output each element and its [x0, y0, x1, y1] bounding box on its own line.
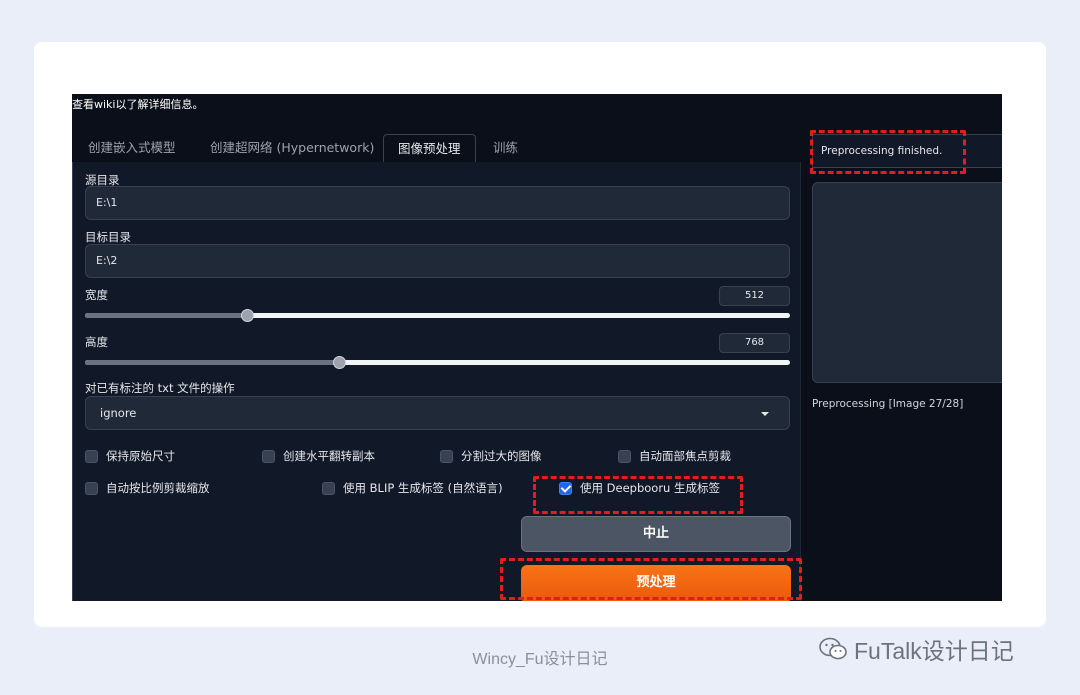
- checkbox-box[interactable]: [440, 449, 453, 463]
- tab-preprocess[interactable]: 图像预处理: [383, 134, 476, 163]
- tab-train[interactable]: 训练: [479, 134, 532, 162]
- height-slider-fill: [85, 360, 339, 365]
- checkbox-box[interactable]: [85, 449, 98, 463]
- webui-screenshot: 查看wiki以了解详细信息。 创建嵌入式模型 创建超网络 (Hypernetwo…: [72, 94, 1002, 601]
- wechat-icon: [819, 637, 847, 660]
- preprocess-button[interactable]: 预处理: [521, 565, 791, 601]
- checkbox-box[interactable]: [262, 449, 275, 463]
- checkbox-label: 自动面部焦点剪裁: [639, 449, 731, 463]
- stop-button[interactable]: 中止: [521, 516, 791, 552]
- checkbox-focal-crop[interactable]: 自动面部焦点剪裁: [618, 448, 731, 464]
- checkbox-auto-crop[interactable]: 自动按比例剪裁缩放: [85, 480, 210, 496]
- caption-action-value: ignore: [100, 406, 137, 420]
- tab-hypernetwork[interactable]: 创建超网络 (Hypernetwork): [196, 134, 388, 162]
- caption-action-label: 对已有标注的 txt 文件的操作: [85, 381, 235, 395]
- height-slider-handle[interactable]: [332, 356, 346, 369]
- watermark-text: FuTalk设计日记: [854, 638, 1014, 664]
- width-number-input[interactable]: 512: [719, 286, 790, 306]
- source-dir-input[interactable]: E:\1: [85, 186, 790, 220]
- checkbox-box[interactable]: [618, 449, 631, 463]
- target-dir-label: 目标目录: [85, 230, 131, 244]
- panel-divider: [800, 162, 801, 601]
- tab-embedding[interactable]: 创建嵌入式模型: [74, 134, 190, 162]
- height-slider[interactable]: [85, 356, 790, 369]
- checkbox-label: 保持原始尺寸: [106, 449, 175, 463]
- height-label: 高度: [85, 335, 108, 349]
- checkbox-label: 自动按比例剪裁缩放: [106, 481, 210, 495]
- checkbox-label: 使用 Deepbooru 生成标签: [580, 481, 721, 495]
- width-slider[interactable]: [85, 309, 790, 322]
- progress-text: Preprocessing [Image 27/28]: [812, 398, 964, 410]
- tab-bar: 创建嵌入式模型 创建超网络 (Hypernetwork) 图像预处理 训练: [72, 134, 800, 163]
- target-dir-input[interactable]: E:\2: [85, 244, 790, 278]
- checkbox-keep-size[interactable]: 保持原始尺寸: [85, 448, 175, 464]
- checkbox-box[interactable]: [559, 481, 572, 495]
- checkbox-flip[interactable]: 创建水平翻转副本: [262, 448, 375, 464]
- checkbox-box[interactable]: [322, 481, 335, 495]
- wiki-hint: 查看wiki以了解详细信息。: [72, 96, 204, 112]
- checkbox-label: 创建水平翻转副本: [283, 449, 375, 463]
- checkbox-label: 分割过大的图像: [461, 449, 542, 463]
- checkbox-label: 使用 BLIP 生成标签 (自然语言): [343, 481, 503, 495]
- checkbox-blip[interactable]: 使用 BLIP 生成标签 (自然语言): [322, 480, 503, 496]
- height-number-input[interactable]: 768: [719, 333, 790, 353]
- width-label: 宽度: [85, 288, 108, 302]
- chevron-down-icon: [761, 412, 769, 416]
- checkbox-split[interactable]: 分割过大的图像: [440, 448, 542, 464]
- result-gallery: [812, 182, 1002, 383]
- width-slider-handle[interactable]: [241, 309, 255, 322]
- checkbox-box[interactable]: [85, 481, 98, 495]
- status-output: Preprocessing finished.: [812, 134, 1002, 168]
- preprocess-panel: 源目录 E:\1 目标目录 E:\2 宽度 512 高度 768 对已有标注的 …: [72, 162, 800, 601]
- caption-action-select[interactable]: ignore: [85, 396, 790, 430]
- checkbox-deepbooru[interactable]: 使用 Deepbooru 生成标签: [559, 480, 720, 496]
- watermark: FuTalk设计日记: [818, 632, 1014, 666]
- width-slider-fill: [85, 313, 248, 318]
